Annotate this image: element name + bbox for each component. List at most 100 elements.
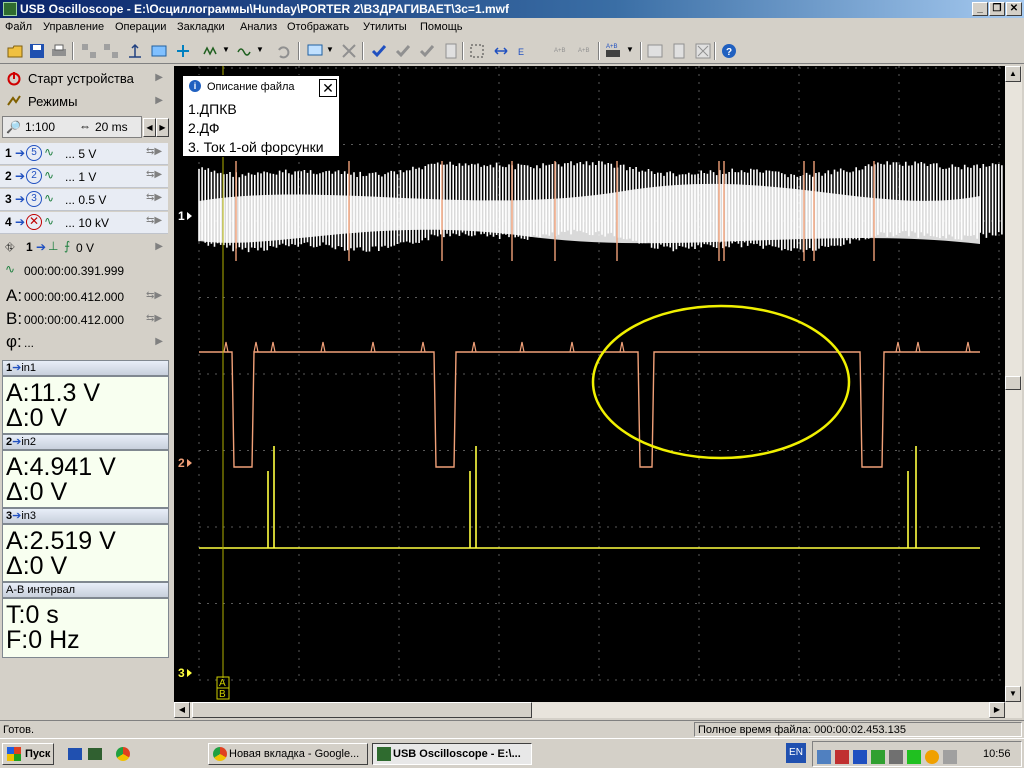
channel-3-marker[interactable]: 3 (178, 666, 192, 680)
tray-app-icon[interactable] (835, 750, 849, 764)
language-indicator[interactable]: EN (786, 743, 806, 763)
page-icon[interactable] (442, 42, 460, 60)
save-icon[interactable] (28, 42, 46, 60)
channel-grid-icon[interactable] (80, 42, 98, 60)
open-icon[interactable] (6, 42, 24, 60)
menu-operations[interactable]: Операции (115, 21, 166, 33)
channel-row-3[interactable]: 3 ➔ 3 ∿ ... 0.5 V ⇆▶ (0, 189, 168, 211)
cursor-select-icon[interactable] (174, 42, 192, 60)
menu-bookmarks[interactable]: Закладки (177, 21, 225, 33)
trigger-row[interactable]: ⛗ 1 ➔ ⊥ ⨍ 0 V ▶ (0, 237, 171, 259)
bluetooth-icon[interactable] (853, 750, 867, 764)
channel-row-2[interactable]: 2 ➔ 2 ∿ ... 1 V ⇆▶ (0, 166, 168, 188)
math3-icon[interactable]: A+B (576, 42, 594, 60)
formula-icon[interactable]: A+B (604, 42, 622, 60)
formula-dropdown-icon[interactable]: ▼ (626, 45, 634, 54)
menu-view[interactable]: Отображать (287, 21, 349, 33)
oscilloscope-display[interactable]: 1 2 3 A B (174, 66, 1005, 702)
channel-row-1[interactable]: 1 ➔ 5 ∿ ... 5 V ⇆▶ (0, 143, 168, 165)
close-button[interactable]: ✕ (1006, 2, 1022, 16)
print-icon[interactable] (50, 42, 68, 60)
cursor-a-menu-icon[interactable]: ⇆▶ (146, 290, 162, 301)
tray-gray-icon[interactable] (943, 750, 957, 764)
chrome-icon[interactable] (116, 747, 130, 761)
horizontal-scroll-thumb[interactable] (192, 702, 532, 718)
zoom-timebase-box[interactable]: 🔎 1:100 ⇔ 20 ms (2, 116, 142, 138)
channel-row-4[interactable]: 4 ➔ ✕ ∿ ... 10 kV ⇆▶ (0, 212, 168, 234)
zoom-dropdown-icon[interactable]: ▼ (326, 45, 334, 54)
usb-icon[interactable] (871, 750, 885, 764)
scroll-down-button[interactable]: ▼ (1005, 686, 1021, 702)
speaker-icon[interactable] (889, 750, 903, 764)
waveform-icon[interactable] (202, 42, 220, 60)
toolbar-separator (462, 42, 464, 60)
chevron-right-icon: ▶ (155, 241, 163, 252)
fit-icon[interactable] (468, 42, 486, 60)
clear-icon[interactable] (694, 42, 712, 60)
signal-up-icon[interactable] (126, 42, 144, 60)
channel-grid2-icon[interactable] (102, 42, 120, 60)
minimize-button[interactable]: _ (972, 2, 988, 16)
menu-utilities[interactable]: Утилиты (363, 21, 407, 33)
start-button[interactable]: Пуск (2, 743, 54, 765)
scroll-right-button[interactable]: ▶ (989, 702, 1005, 718)
task-oscilloscope[interactable]: USB Oscilloscope - E:\... (372, 743, 532, 765)
doc-icon[interactable] (670, 42, 688, 60)
channel-range: ... 5 V (65, 147, 97, 161)
svg-text:E: E (518, 47, 524, 57)
menu-control[interactable]: Управление (43, 21, 104, 33)
menu-analysis[interactable]: Анализ (240, 21, 277, 33)
waveform-dropdown-icon[interactable]: ▼ (222, 45, 230, 54)
check-down-icon[interactable] (418, 42, 436, 60)
timebase-right-button[interactable]: ▶ (156, 118, 169, 137)
task-chrome[interactable]: Новая вкладка - Google... (208, 743, 368, 765)
delete-marker-icon[interactable] (340, 42, 358, 60)
status-green-icon[interactable] (907, 750, 921, 764)
check-icon[interactable] (370, 42, 388, 60)
waveform2-dropdown-icon[interactable]: ▼ (256, 45, 264, 54)
cursor-b-menu-icon[interactable]: ⇆▶ (146, 313, 162, 324)
cursor-a-flag[interactable]: A (216, 676, 230, 689)
channel-menu-icon[interactable]: ⇆▶ (146, 169, 162, 180)
zoom-signal-icon[interactable] (306, 42, 324, 60)
check-all-icon[interactable] (394, 42, 412, 60)
trigger-time-row[interactable]: ∿ 000:00:00.391.999 (0, 260, 171, 282)
toolbar-separator (714, 42, 716, 60)
cursor-a-row[interactable]: A: 000:00:00.412.000 ⇆▶ (0, 286, 171, 308)
popup-close-button[interactable]: ✕ (319, 79, 337, 97)
cursor-b-row[interactable]: B: 000:00:00.412.000 ⇆▶ (0, 309, 171, 331)
channel-2-marker[interactable]: 2 (178, 456, 192, 470)
modes-item[interactable]: Режимы ▶ (0, 91, 171, 113)
menu-file[interactable]: Файл (5, 21, 32, 33)
phase-row[interactable]: φ: ... ▶ (0, 332, 171, 354)
channel-menu-icon[interactable]: ⇆▶ (146, 215, 162, 226)
tray-orange-icon[interactable] (925, 750, 939, 764)
quicklaunch-app-icon[interactable] (88, 748, 102, 760)
waveform-plot[interactable]: 1 2 3 A B (174, 66, 1005, 702)
network-icon[interactable] (817, 750, 831, 764)
horizontal-scrollbar[interactable]: ◀ ▶ (174, 702, 1005, 718)
start-device-item[interactable]: Старт устройства ▶ (0, 68, 171, 90)
help-icon[interactable]: ? (720, 42, 738, 60)
arrange-icon[interactable] (150, 42, 168, 60)
show-desktop-icon[interactable] (68, 748, 82, 760)
maximize-button[interactable]: ❐ (989, 2, 1005, 16)
arrow-right-icon: ➔ (36, 240, 47, 254)
vertical-scrollbar[interactable]: ▲ ▼ (1005, 66, 1022, 718)
menu-help[interactable]: Помощь (420, 21, 463, 33)
chart-icon[interactable] (646, 42, 664, 60)
cursor-b-flag[interactable]: B (216, 687, 230, 700)
channel-menu-icon[interactable]: ⇆▶ (146, 192, 162, 203)
expand-icon[interactable] (492, 42, 510, 60)
channel-menu-icon[interactable]: ⇆▶ (146, 146, 162, 157)
timebase-left-button[interactable]: ◀ (143, 118, 156, 137)
waveform2-icon[interactable] (236, 42, 254, 60)
math-icon[interactable]: E (516, 42, 534, 60)
undo-icon[interactable] (274, 42, 292, 60)
vertical-scroll-thumb[interactable] (1005, 376, 1021, 390)
scroll-up-button[interactable]: ▲ (1005, 66, 1021, 82)
math2-icon[interactable]: A+B (552, 42, 570, 60)
scroll-left-button[interactable]: ◀ (174, 702, 190, 718)
channel-1-marker[interactable]: 1 (178, 209, 192, 223)
channel-2-marker-label: 2 (178, 456, 185, 470)
